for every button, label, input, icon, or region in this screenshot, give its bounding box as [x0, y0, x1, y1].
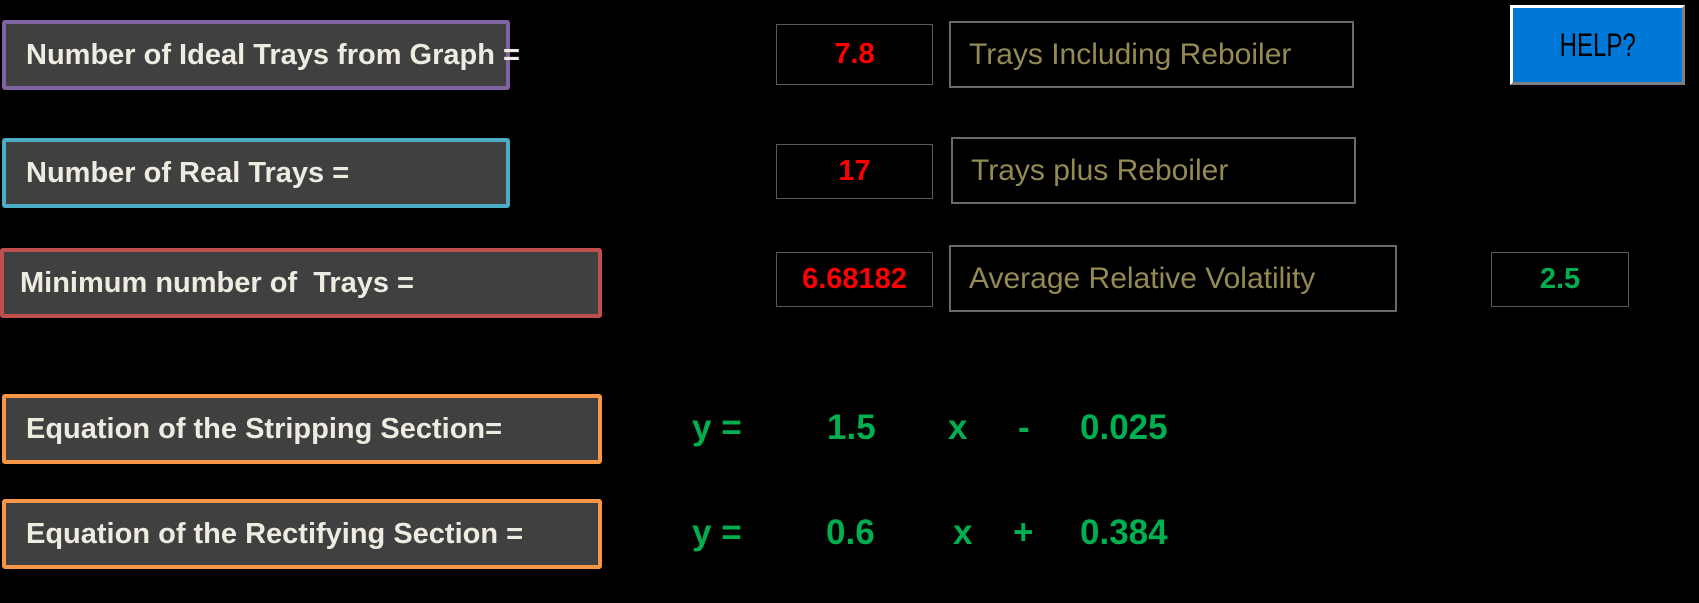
- rectifying-slope[interactable]: 0.6: [826, 513, 875, 553]
- real-trays-value[interactable]: 17: [776, 144, 933, 199]
- minimum-trays-label: Minimum number of Trays =: [0, 248, 602, 318]
- stripping-x: x: [948, 408, 968, 447]
- ideal-trays-value[interactable]: 7.8: [776, 24, 933, 85]
- real-trays-value-text: 17: [838, 155, 871, 187]
- real-trays-label: Number of Real Trays =: [2, 138, 510, 208]
- ideal-trays-label-text: Number of Ideal Trays from Graph =: [26, 38, 520, 71]
- rectifying-equation-label-text: Equation of the Rectifying Section =: [26, 517, 524, 550]
- rectifying-y-equals: y =: [692, 513, 742, 552]
- rectifying-equation-label: Equation of the Rectifying Section =: [2, 499, 602, 569]
- stripping-sign: -: [1018, 408, 1030, 447]
- ideal-trays-label: Number of Ideal Trays from Graph =: [2, 20, 520, 90]
- rectifying-intercept[interactable]: 0.384: [1080, 513, 1168, 553]
- ideal-trays-value-text: 7.8: [834, 38, 875, 70]
- minimum-trays-value[interactable]: 6.68182: [776, 252, 933, 307]
- help-button-label: HELP?: [1559, 26, 1636, 63]
- rectifying-sign: +: [1013, 513, 1034, 552]
- rectifying-x: x: [953, 513, 973, 552]
- help-button[interactable]: HELP?: [1510, 5, 1685, 85]
- ideal-trays-description: Trays Including Reboiler: [949, 21, 1354, 88]
- real-trays-description: Trays plus Reboiler: [951, 137, 1356, 204]
- relative-volatility-description-text: Average Relative Volatility: [969, 261, 1316, 295]
- stripping-intercept[interactable]: 0.025: [1080, 408, 1168, 448]
- stripping-y-equals: y =: [692, 408, 742, 447]
- relative-volatility-value-text: 2.5: [1539, 263, 1581, 295]
- stripping-equation-label: Equation of the Stripping Section=: [2, 394, 602, 464]
- minimum-trays-value-text: 6.68182: [802, 263, 907, 295]
- stripping-slope[interactable]: 1.5: [827, 408, 876, 448]
- real-trays-label-text: Number of Real Trays =: [26, 156, 350, 189]
- ideal-trays-description-text: Trays Including Reboiler: [969, 37, 1292, 71]
- relative-volatility-description: Average Relative Volatility: [949, 245, 1397, 312]
- stripping-equation-label-text: Equation of the Stripping Section=: [26, 412, 503, 445]
- relative-volatility-value[interactable]: 2.5: [1491, 252, 1629, 307]
- real-trays-description-text: Trays plus Reboiler: [971, 153, 1229, 187]
- minimum-trays-label-text: Minimum number of Trays =: [20, 266, 414, 299]
